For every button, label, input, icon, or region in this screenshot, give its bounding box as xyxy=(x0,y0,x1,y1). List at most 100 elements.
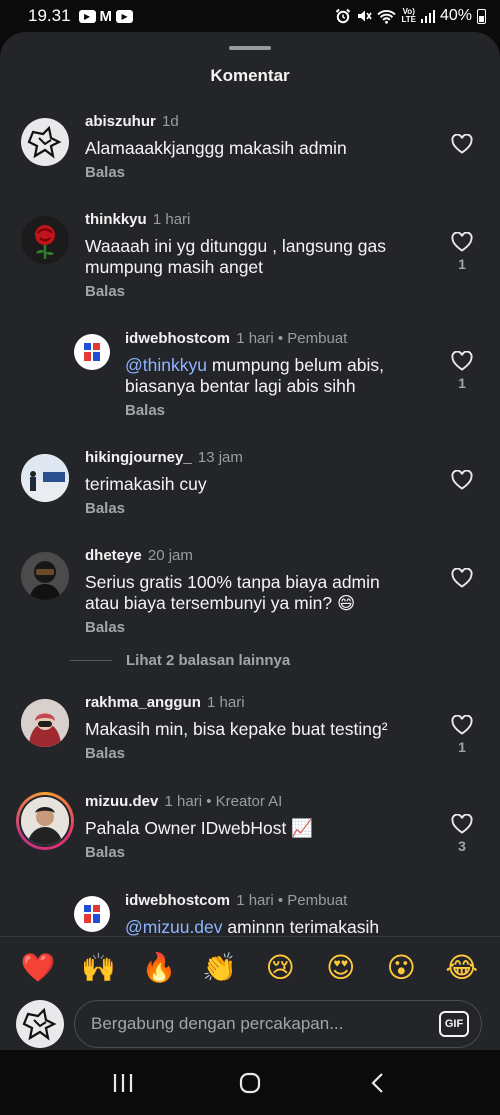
back-button[interactable] xyxy=(357,1063,397,1103)
sheet-title: Komentar xyxy=(210,66,290,85)
reply-button[interactable]: Balas xyxy=(85,745,388,762)
mention-link[interactable]: @thinkkyu xyxy=(125,355,207,375)
laugh-emoji-icon: 😂 xyxy=(445,952,479,983)
avatar-story-ring[interactable] xyxy=(16,792,74,850)
reply-button[interactable]: Balas xyxy=(85,283,415,300)
surprised-emoji-icon: 😮 xyxy=(386,952,416,983)
reply-button[interactable]: Balas xyxy=(85,500,243,517)
avatar[interactable] xyxy=(21,216,69,264)
avatar[interactable] xyxy=(74,896,110,932)
view-more-replies-label: Lihat 2 balasan lainnya xyxy=(126,652,291,669)
mute-icon xyxy=(358,10,373,22)
reply-button[interactable]: Balas xyxy=(85,619,415,636)
emoji-cry-button[interactable]: 😢 xyxy=(258,946,302,990)
emoji-laugh-button[interactable]: 😂 xyxy=(440,946,484,990)
emoji-surprised-button[interactable]: 😮 xyxy=(379,946,423,990)
comment-text: Alamaaakkjanggg makasih admin xyxy=(85,138,347,158)
comment-username[interactable]: idwebhostcom xyxy=(125,330,230,347)
clap-emoji-icon: 👏 xyxy=(202,952,238,983)
comment-meta: 1 hari • Kreator AI xyxy=(164,793,283,810)
fire-emoji-icon: 🔥 xyxy=(141,952,177,983)
emoji-heart-button[interactable]: ❤️ xyxy=(16,946,60,990)
comment-username[interactable]: abiszuhur xyxy=(85,113,156,130)
comment-meta: 13 jam xyxy=(197,449,243,466)
back-icon xyxy=(371,1072,383,1093)
recent-apps-button[interactable] xyxy=(103,1063,143,1103)
sheet-drag-handle[interactable] xyxy=(229,46,271,50)
gmail-icon: M xyxy=(99,7,113,25)
like-count: 1 xyxy=(458,256,466,272)
comment-text: Serius gratis 100% tanpa biaya admin ata… xyxy=(85,572,380,613)
home-icon xyxy=(239,1072,261,1093)
comment-meta: 1 hari xyxy=(207,694,245,711)
heart-icon xyxy=(451,814,473,834)
heart-icon xyxy=(451,134,473,154)
like-count: 1 xyxy=(458,375,466,391)
like-button[interactable] xyxy=(450,134,474,154)
status-bar: 19.31 ▶ M ▶ Vo) LTE 40% xyxy=(0,0,500,32)
reply-button[interactable]: Balas xyxy=(85,164,347,181)
like-button[interactable]: 1 xyxy=(450,715,474,755)
like-button[interactable] xyxy=(450,568,474,588)
signal-icon xyxy=(420,9,435,23)
like-button[interactable]: 1 xyxy=(450,232,474,272)
heart-icon xyxy=(451,470,473,490)
alarm-icon xyxy=(336,8,351,24)
heart-emoji-icon: ❤️ xyxy=(20,952,56,983)
comment-username[interactable]: thinkkyu xyxy=(85,211,147,228)
like-count: 1 xyxy=(458,739,466,755)
comment-meta: 20 jam xyxy=(147,547,193,564)
comment-username[interactable]: rakhma_anggun xyxy=(85,694,201,711)
avatar[interactable] xyxy=(21,699,69,747)
comment-input-box: GIF xyxy=(74,1000,482,1048)
cry-emoji-icon: 😢 xyxy=(265,952,295,983)
emoji-fire-button[interactable]: 🔥 xyxy=(137,946,181,990)
battery-icon xyxy=(477,8,486,24)
like-button[interactable]: 1 xyxy=(450,351,474,391)
heart-icon xyxy=(451,232,473,252)
heart-icon xyxy=(451,715,473,735)
like-button[interactable] xyxy=(450,470,474,490)
comment-composer: GIF xyxy=(0,998,500,1050)
comment-meta: 1 hari • Pembuat xyxy=(236,330,348,347)
wifi-icon xyxy=(377,9,397,24)
emoji-raised-hands-button[interactable]: 🙌 xyxy=(77,946,121,990)
comment-username[interactable]: mizuu.dev xyxy=(85,793,158,810)
avatar[interactable] xyxy=(74,334,110,370)
comment-username[interactable]: idwebhostcom xyxy=(125,892,230,909)
emoji-heart-eyes-button[interactable]: 😍 xyxy=(319,946,363,990)
battery-level: 40% xyxy=(439,7,472,24)
own-avatar xyxy=(16,1000,64,1048)
system-nav-bar xyxy=(0,1050,500,1115)
comment-text: Waaaah ini yg ditunggu , langsung gas mu… xyxy=(85,236,386,277)
emoji-clap-button[interactable]: 👏 xyxy=(198,946,242,990)
comment-text: Makasih min, bisa kepake buat testing² xyxy=(85,719,388,739)
volte-icon: Vo) LTE xyxy=(401,7,416,24)
mention-link[interactable]: @mizuu.dev xyxy=(125,917,223,937)
comment-text: Pahala Owner IDwebHost 📈 xyxy=(85,818,313,838)
reply-button[interactable]: Balas xyxy=(85,844,313,861)
reply-button[interactable]: Balas xyxy=(125,402,415,419)
emoji-reaction-bar: ❤️ 🙌 🔥 👏 😢 😍 😮 😂 xyxy=(0,936,500,998)
youtube-icon: ▶ xyxy=(78,9,96,23)
comment-text: aminnn terimakasih xyxy=(222,917,380,937)
divider xyxy=(70,660,112,661)
comment-text: terimakasih cuy xyxy=(85,474,207,494)
recent-apps-icon xyxy=(114,1073,133,1092)
view-more-replies[interactable]: Lihat 2 balasan lainnya xyxy=(70,652,290,669)
avatar[interactable] xyxy=(21,118,69,166)
heart-eyes-emoji-icon: 😍 xyxy=(326,952,356,983)
like-button[interactable]: 3 xyxy=(450,814,474,854)
comment-input[interactable] xyxy=(91,1014,439,1034)
avatar[interactable] xyxy=(21,552,69,600)
youtube-icon: ▶ xyxy=(116,9,134,23)
like-count: 3 xyxy=(458,838,466,854)
raised-hands-emoji-icon: 🙌 xyxy=(81,952,117,983)
comment-username[interactable]: dheteye xyxy=(85,547,142,564)
heart-icon xyxy=(451,351,473,371)
home-button[interactable] xyxy=(230,1063,270,1103)
comment-username[interactable]: hikingjourney_ xyxy=(85,449,192,466)
comment-meta: 1 hari xyxy=(152,211,191,228)
gif-button[interactable]: GIF xyxy=(439,1011,469,1037)
avatar[interactable] xyxy=(21,454,69,502)
